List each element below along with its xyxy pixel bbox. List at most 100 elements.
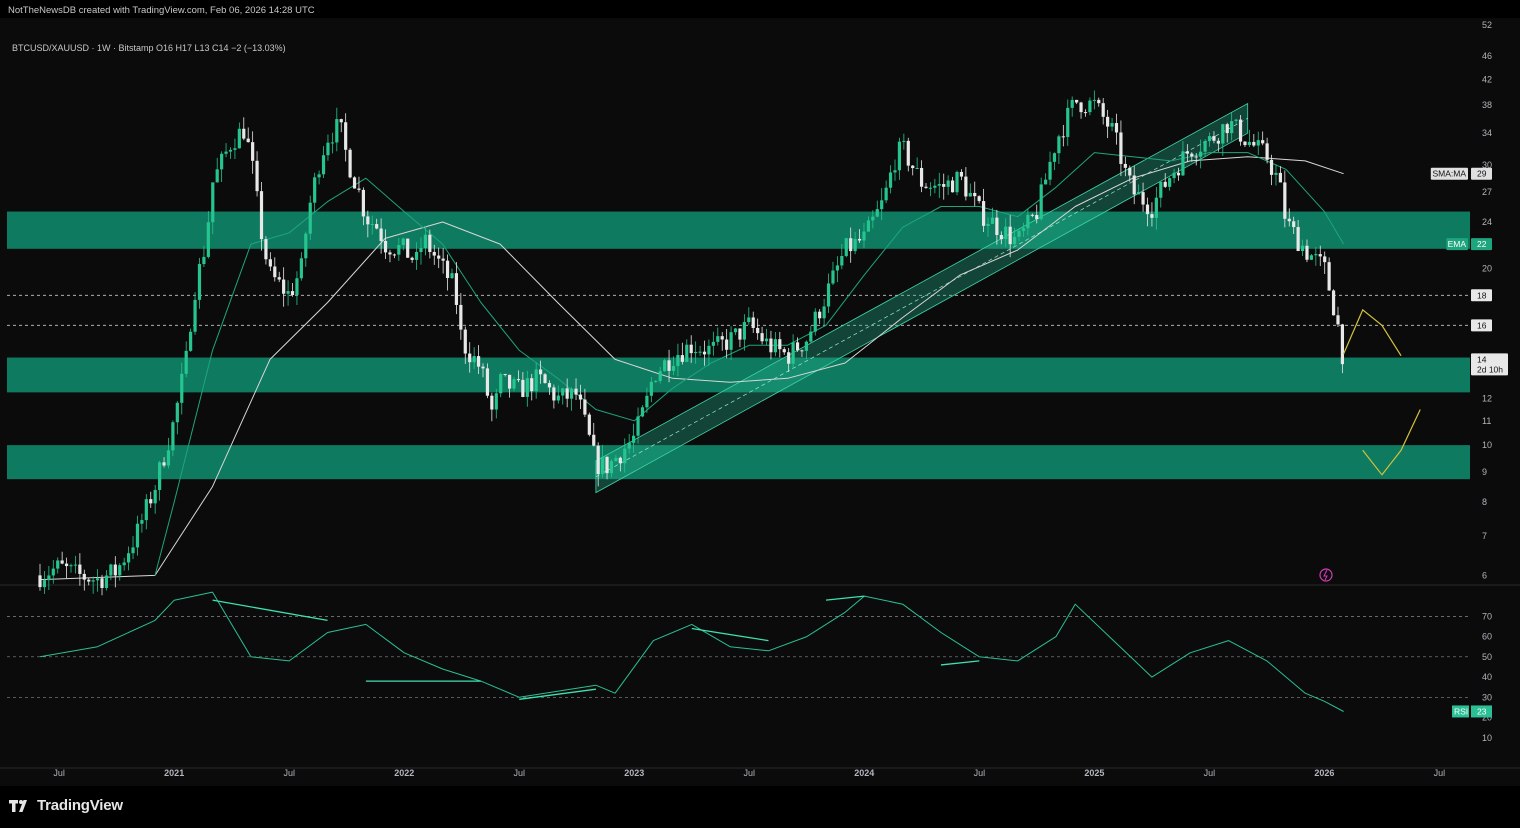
support-resistance-zone bbox=[7, 445, 1470, 480]
candle-up bbox=[694, 352, 698, 354]
candle-up bbox=[711, 341, 715, 346]
candle-up bbox=[370, 224, 374, 226]
rsi-tag-value: 23 bbox=[1477, 706, 1487, 716]
candle-up bbox=[1300, 245, 1305, 252]
candle-up bbox=[1044, 179, 1048, 185]
candle-down bbox=[1336, 315, 1340, 325]
candle-up bbox=[1247, 141, 1251, 146]
candle-up bbox=[51, 568, 55, 576]
candle-down bbox=[516, 379, 521, 381]
candle-down bbox=[680, 355, 684, 362]
candle-up bbox=[707, 345, 711, 355]
candle-up bbox=[733, 328, 738, 333]
candle-up bbox=[627, 442, 631, 449]
time-axis-tick-label: 2026 bbox=[1314, 768, 1334, 778]
candle-up bbox=[1309, 255, 1314, 260]
candle-up bbox=[1070, 99, 1074, 108]
time-axis-tick-label: Jul bbox=[283, 768, 295, 778]
candle-down bbox=[1141, 192, 1145, 205]
rsi-divergence-line bbox=[212, 599, 328, 622]
rsi-divergence-line bbox=[825, 595, 865, 601]
candle-down bbox=[87, 579, 91, 582]
chart-svg[interactable]: 52 46 42 38 34 30 27 24 20 18 16 14 12 11 10 9 8 7 6 70 60 50… bbox=[0, 18, 1520, 786]
price-tag-value: 29 bbox=[1477, 169, 1487, 179]
candle-down bbox=[392, 254, 396, 256]
candle-down bbox=[1119, 132, 1123, 164]
price-tag: 18 bbox=[1471, 289, 1492, 302]
candle-down bbox=[273, 266, 277, 278]
candle-down bbox=[78, 564, 82, 574]
candle-down bbox=[441, 258, 445, 261]
candle-up bbox=[450, 273, 454, 279]
candle-down bbox=[667, 360, 671, 371]
candle-up bbox=[632, 435, 636, 443]
rsi-axis-tick-label: 30 bbox=[1482, 692, 1492, 702]
candle-down bbox=[507, 374, 512, 389]
price-axis-tick-label: 20 bbox=[1482, 263, 1492, 273]
chart-pane[interactable]: 52 46 42 38 34 30 27 24 20 18 16 14 12 11 10 9 8 7 6 70 60 50… bbox=[0, 18, 1520, 786]
candle-down bbox=[720, 336, 724, 340]
candle-up bbox=[525, 378, 529, 397]
candle-down bbox=[942, 184, 946, 187]
candle-down bbox=[1331, 290, 1336, 316]
candle-up bbox=[317, 174, 321, 178]
candle-up bbox=[1137, 192, 1141, 195]
symbol-ohlc-legend[interactable]: BTCUSD/XAUUSD · 1W · Bitstamp O16 H17 L1… bbox=[12, 43, 286, 53]
candle-up bbox=[1013, 236, 1017, 245]
candle-down bbox=[463, 329, 467, 354]
rsi-axis-tick-label: 50 bbox=[1482, 652, 1492, 662]
rsi-tag: RSI 23 bbox=[1452, 705, 1492, 718]
candle-up bbox=[835, 265, 839, 271]
candle-down bbox=[769, 338, 773, 353]
candle-down bbox=[725, 339, 729, 350]
candle-up bbox=[636, 416, 640, 436]
price-axis-tick-label: 8 bbox=[1482, 497, 1487, 507]
candle-down bbox=[689, 344, 693, 354]
candle-up bbox=[955, 171, 959, 193]
candle-down bbox=[756, 327, 760, 334]
candle-up bbox=[534, 369, 538, 392]
candle-down bbox=[1296, 227, 1300, 252]
candle-down bbox=[383, 240, 388, 253]
candle-up bbox=[1052, 153, 1057, 162]
candle-down bbox=[481, 366, 485, 369]
time-axis-tick-label: Jul bbox=[513, 768, 525, 778]
candle-down bbox=[459, 304, 463, 330]
candle-down bbox=[485, 368, 490, 396]
price-tag-label: SMA:MA bbox=[1432, 169, 1466, 179]
attribution-text: NotTheNewsDB created with TradingView.co… bbox=[8, 5, 315, 16]
candle-down bbox=[1252, 141, 1256, 146]
candle-up bbox=[640, 407, 645, 417]
support-resistance-zone bbox=[7, 211, 1470, 249]
candle-down bbox=[277, 277, 281, 280]
candle-down bbox=[282, 279, 286, 294]
candle-up bbox=[414, 251, 419, 260]
candle-up bbox=[791, 342, 795, 364]
candle-up bbox=[197, 264, 202, 300]
candle-up bbox=[623, 448, 627, 464]
candle-up bbox=[215, 169, 219, 183]
candle-down bbox=[290, 291, 295, 295]
candle-down bbox=[530, 378, 534, 392]
candle-down bbox=[795, 342, 800, 351]
candle-up bbox=[1234, 119, 1238, 122]
candle-up bbox=[313, 177, 317, 203]
candle-down bbox=[1083, 112, 1088, 114]
candle-up bbox=[193, 299, 197, 332]
candle-up bbox=[73, 564, 78, 566]
candle-down bbox=[1327, 262, 1331, 291]
candle-up bbox=[1314, 254, 1318, 256]
candle-up bbox=[153, 489, 157, 504]
candle-up bbox=[91, 580, 95, 582]
price-axis-tick-label: 7 bbox=[1482, 531, 1487, 541]
candle-up bbox=[1092, 99, 1096, 101]
tradingview-logo[interactable]: TradingView bbox=[9, 797, 123, 814]
candle-down bbox=[1265, 143, 1269, 160]
candle-up bbox=[1207, 136, 1212, 142]
projection-path bbox=[1343, 309, 1402, 357]
price-tag-label: EMA bbox=[1448, 239, 1467, 249]
candle-up bbox=[658, 371, 662, 381]
candle-down bbox=[1292, 221, 1296, 228]
price-tag-countdown: 2d 10h bbox=[1477, 364, 1503, 374]
candle-up bbox=[853, 238, 857, 252]
